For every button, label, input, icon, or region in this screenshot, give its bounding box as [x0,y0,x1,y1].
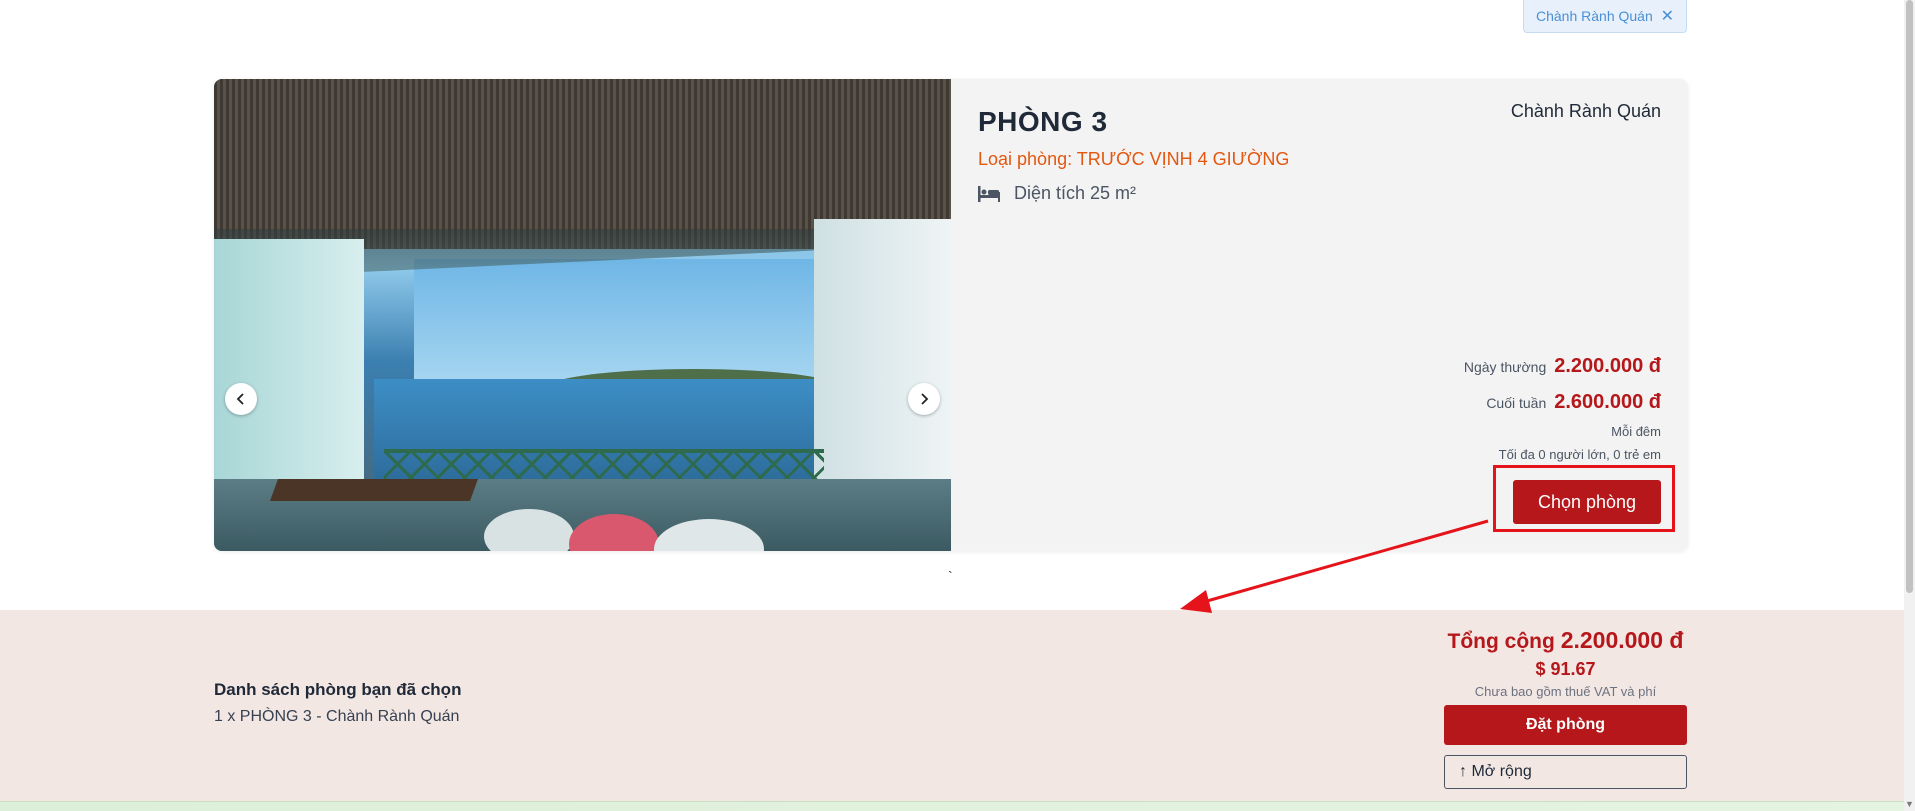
photo-next-button[interactable] [908,383,940,415]
summary-title: Danh sách phòng bạn đã chọn [214,680,462,699]
chevron-left-icon [236,393,244,405]
stray-mark: ` [948,568,953,584]
expand-button[interactable]: ↑ Mở rộng [1444,755,1687,789]
scroll-down-icon[interactable]: ▼ [1905,799,1914,809]
total-value: 2.200.000 đ [1560,627,1684,653]
chevron-right-icon [921,393,929,405]
weekday-price-row: Ngày thường 2.200.000 đ [1464,355,1661,378]
book-button[interactable]: Đặt phòng [1444,705,1687,745]
vat-note: Chưa bao gồm thuế VAT và phí [1474,684,1657,699]
page-scrollbar[interactable]: ▼ [1904,0,1915,811]
bottom-status-strip [0,801,1904,811]
room-info: PHÒNG 3 Chành Rành Quán Loại phòng: TRƯỚ… [951,79,1688,551]
hotel-name: Chành Rành Quán [1510,101,1661,121]
weekend-price: 2.600.000 đ [1554,391,1661,413]
weekend-label: Cuối tuần [1486,395,1547,411]
choose-room-button[interactable]: Chọn phòng [1513,480,1661,524]
photo-prev-button[interactable] [225,383,257,415]
room-card: PHÒNG 3 Chành Rành Quán Loại phòng: TRƯỚ… [214,79,1688,551]
room-area-text: Diện tích 25 m² [1014,183,1137,203]
weekday-price: 2.200.000 đ [1554,355,1661,377]
selected-rooms-summary: Danh sách phòng bạn đã chọn 1 x PHÒNG 3 … [0,610,1904,801]
room-area: Diện tích 25 m² [978,183,1136,204]
hotel-filter-chip[interactable]: Chành Rành Quán ✕ [1523,0,1687,33]
total-price: Tổng cộng 2.200.000 đ [1444,627,1687,654]
room-type: Loại phòng: TRƯỚC VỊNH 4 GIƯỜNG [978,149,1290,169]
usd-price: $ 91.67 [1535,659,1596,679]
per-night-note: Mỗi đêm [1611,424,1661,439]
filter-chip-label: Chành Rành Quán [1536,8,1653,24]
weekday-label: Ngày thường [1463,359,1547,375]
summary-list-item: 1 x PHÒNG 3 - Chành Rành Quán [214,708,460,725]
room-title: PHÒNG 3 [978,106,1108,137]
weekend-price-row: Cuối tuần 2.600.000 đ [1486,391,1661,414]
total-label: Tổng cộng [1447,630,1555,653]
room-photo [214,79,951,551]
choose-room-highlight: Chọn phòng [1493,465,1675,532]
bed-icon [978,185,1000,202]
max-guests-note: Tối đa 0 người lớn, 0 trẻ em [1498,447,1661,462]
close-icon[interactable]: ✕ [1661,6,1674,26]
scrollbar-thumb[interactable] [1906,0,1913,593]
